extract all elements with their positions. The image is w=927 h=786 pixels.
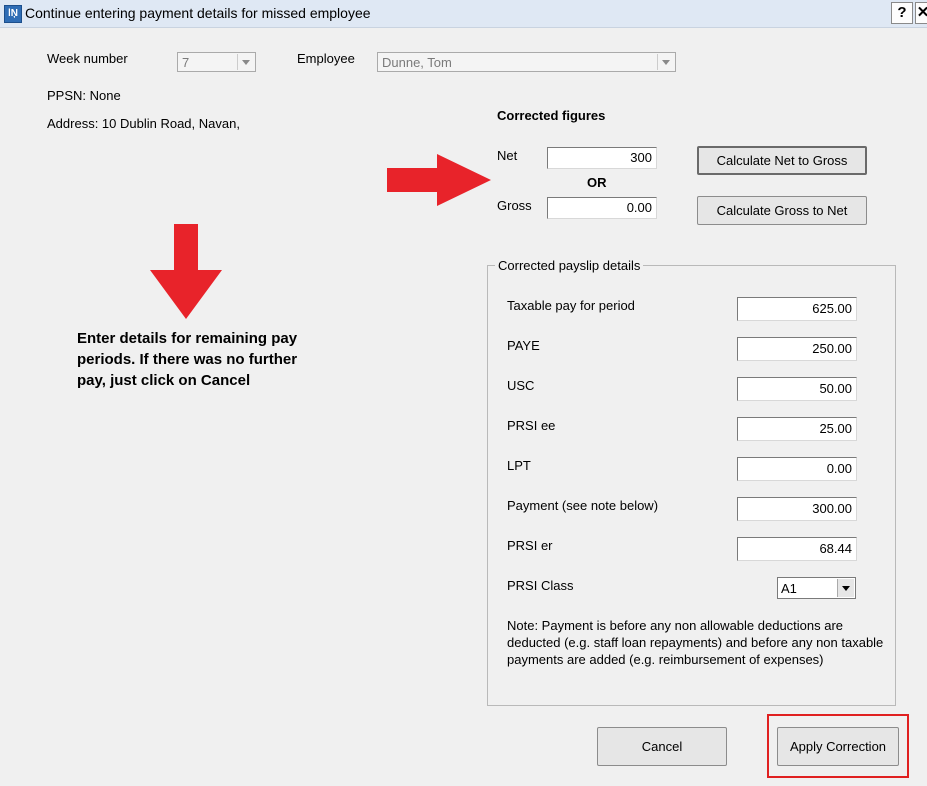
taxable-pay-label: Taxable pay for period xyxy=(507,298,635,313)
taxable-pay-input[interactable]: 625.00 xyxy=(737,297,857,321)
prsi-ee-label: PRSI ee xyxy=(507,418,556,433)
calculate-gross-to-net-button[interactable]: Calculate Gross to Net xyxy=(697,196,867,225)
paye-input[interactable]: 250.00 xyxy=(737,337,857,361)
usc-label: USC xyxy=(507,378,535,393)
chevron-down-icon xyxy=(237,54,254,70)
payment-label: Payment (see note below) xyxy=(507,498,659,513)
prsi-class-label: PRSI Class xyxy=(507,578,574,593)
week-number-combo[interactable]: 7 xyxy=(177,52,256,72)
right-arrow-icon xyxy=(387,154,491,206)
lpt-label: LPT xyxy=(507,458,531,473)
payment-note: Note: Payment is before any non allowabl… xyxy=(507,618,884,667)
or-label: OR xyxy=(587,175,607,190)
chevron-down-icon xyxy=(657,54,674,70)
week-number-label: Week number xyxy=(47,51,128,66)
week-number-value: 7 xyxy=(182,55,190,70)
prsi-class-value: A1 xyxy=(781,581,797,596)
help-button[interactable]: ? xyxy=(891,2,913,24)
employee-value: Dunne, Tom xyxy=(382,55,452,70)
usc-input[interactable]: 50.00 xyxy=(737,377,857,401)
down-arrow-icon xyxy=(150,224,222,319)
gross-input[interactable]: 0.00 xyxy=(547,197,657,219)
chevron-down-icon xyxy=(837,579,854,597)
prsi-ee-input[interactable]: 25.00 xyxy=(737,417,857,441)
close-button[interactable]: ✕ xyxy=(915,2,927,24)
net-label: Net xyxy=(497,148,518,163)
lpt-input[interactable]: 0.00 xyxy=(737,457,857,481)
employee-combo[interactable]: Dunne, Tom xyxy=(377,52,676,72)
ppsn-text: PPSN: None xyxy=(47,88,121,103)
paye-label: PAYE xyxy=(507,338,540,353)
payment-input[interactable]: 300.00 xyxy=(737,497,857,521)
corrected-figures-title: Corrected figures xyxy=(497,108,606,123)
address-text: Address: 10 Dublin Road, Navan, xyxy=(47,116,240,131)
window-title: Continue entering payment details for mi… xyxy=(25,5,371,21)
app-icon: ǀŅ xyxy=(4,5,22,23)
instruction-text: Enter details for remaining pay periods.… xyxy=(77,330,298,389)
apply-highlight-box xyxy=(767,714,909,778)
prsi-er-label: PRSI er xyxy=(507,538,553,553)
prsi-class-select[interactable]: A1 xyxy=(777,577,856,599)
cancel-button[interactable]: Cancel xyxy=(597,727,727,766)
payslip-details-title: Corrected payslip details xyxy=(495,258,644,273)
prsi-er-input[interactable]: 68.44 xyxy=(737,537,857,561)
gross-label: Gross xyxy=(497,198,532,213)
calculate-net-to-gross-button[interactable]: Calculate Net to Gross xyxy=(697,146,867,175)
employee-label: Employee xyxy=(297,51,355,66)
net-input[interactable]: 300 xyxy=(547,147,657,169)
